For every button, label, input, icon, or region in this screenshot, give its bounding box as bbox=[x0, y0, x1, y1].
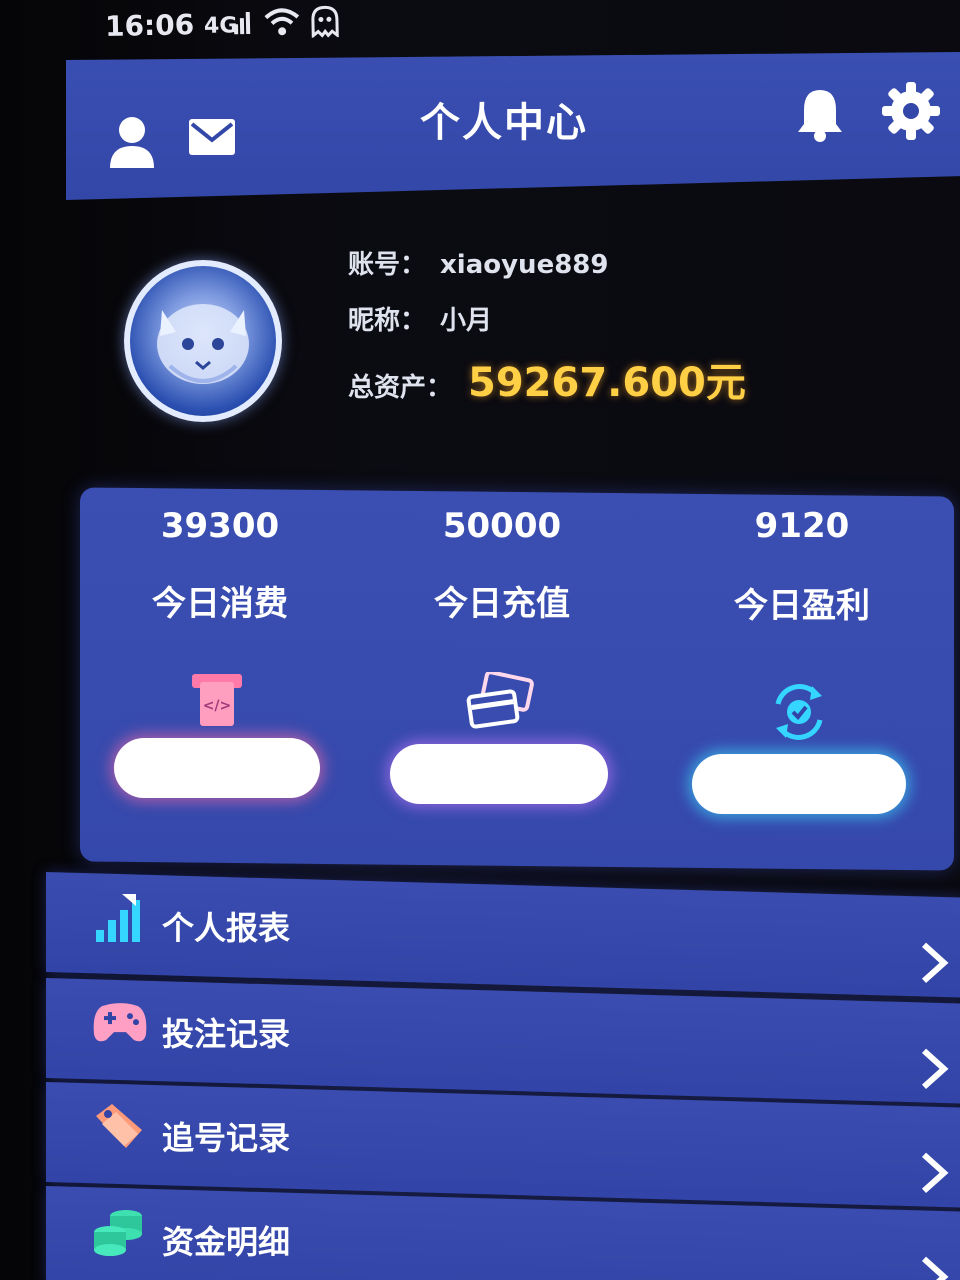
status-time: 16:06 bbox=[104, 7, 195, 43]
chevron-right-icon bbox=[920, 1255, 950, 1280]
tag-icon bbox=[92, 1102, 146, 1156]
stat-label-recharge: 今日充值 bbox=[434, 584, 570, 624]
cards-icon bbox=[466, 670, 534, 738]
avatar[interactable] bbox=[124, 260, 282, 422]
assets-value: 59267.600元 bbox=[468, 360, 746, 406]
profit-button[interactable] bbox=[692, 754, 906, 814]
account-label: 账号： bbox=[348, 250, 427, 280]
menu-item-personal-report[interactable]: 个人报表 bbox=[46, 872, 960, 998]
assets-line: 总资产： 59267.600元 bbox=[348, 350, 746, 408]
recharge-button[interactable] bbox=[390, 744, 608, 804]
coins-icon bbox=[92, 1206, 146, 1262]
menu-label-personal-report: 个人报表 bbox=[162, 909, 291, 948]
stat-label-profit: 今日盈利 bbox=[734, 586, 870, 626]
bar-chart-icon bbox=[92, 892, 142, 948]
bell-icon[interactable] bbox=[794, 86, 846, 146]
stat-value-recharge: 50000 bbox=[442, 506, 562, 546]
menu-label-chase-records: 追号记录 bbox=[162, 1119, 291, 1158]
chevron-right-icon bbox=[920, 1047, 950, 1095]
status-bar: 16:06 4G bbox=[105, 0, 341, 48]
svg-text:</>: </> bbox=[203, 698, 232, 714]
wifi-icon bbox=[264, 7, 301, 38]
menu-item-bet-records[interactable]: 投注记录 bbox=[46, 978, 960, 1104]
account-value: xiaoyue889 bbox=[440, 250, 609, 280]
menu-label-bet-records: 投注记录 bbox=[162, 1015, 291, 1054]
atm-icon: </> bbox=[190, 672, 244, 732]
assets-label: 总资产： bbox=[348, 373, 453, 403]
signal-icon: 4G bbox=[204, 8, 255, 39]
gear-icon[interactable] bbox=[880, 80, 942, 146]
svg-text:4G: 4G bbox=[204, 13, 238, 39]
consumption-button[interactable] bbox=[114, 738, 320, 798]
nickname-line: 昵称： 小月 bbox=[348, 300, 492, 337]
nickname-value: 小月 bbox=[440, 306, 493, 336]
mail-icon[interactable] bbox=[188, 118, 236, 160]
nickname-label: 昵称： bbox=[348, 306, 427, 336]
user-icon[interactable] bbox=[108, 114, 156, 174]
chevron-right-icon bbox=[920, 1151, 950, 1199]
cycle-check-icon bbox=[768, 682, 830, 746]
stat-label-consumption: 今日消费 bbox=[152, 584, 288, 624]
gamepad-icon bbox=[92, 998, 148, 1050]
screen: 16:06 4G 个人中心 账号： xiaoyue889 昵称： 小月 总资产：… bbox=[0, 0, 960, 1280]
stat-value-consumption: 39300 bbox=[160, 506, 280, 546]
chevron-right-icon bbox=[920, 941, 950, 989]
account-line: 账号： xiaoyue889 bbox=[348, 244, 608, 281]
menu-label-fund-details: 资金明细 bbox=[162, 1223, 291, 1262]
page-title: 个人中心 bbox=[420, 100, 588, 146]
stat-value-profit: 9120 bbox=[754, 506, 850, 546]
menu-item-chase-records[interactable]: 追号记录 bbox=[46, 1082, 960, 1208]
ghost-icon bbox=[310, 5, 341, 38]
